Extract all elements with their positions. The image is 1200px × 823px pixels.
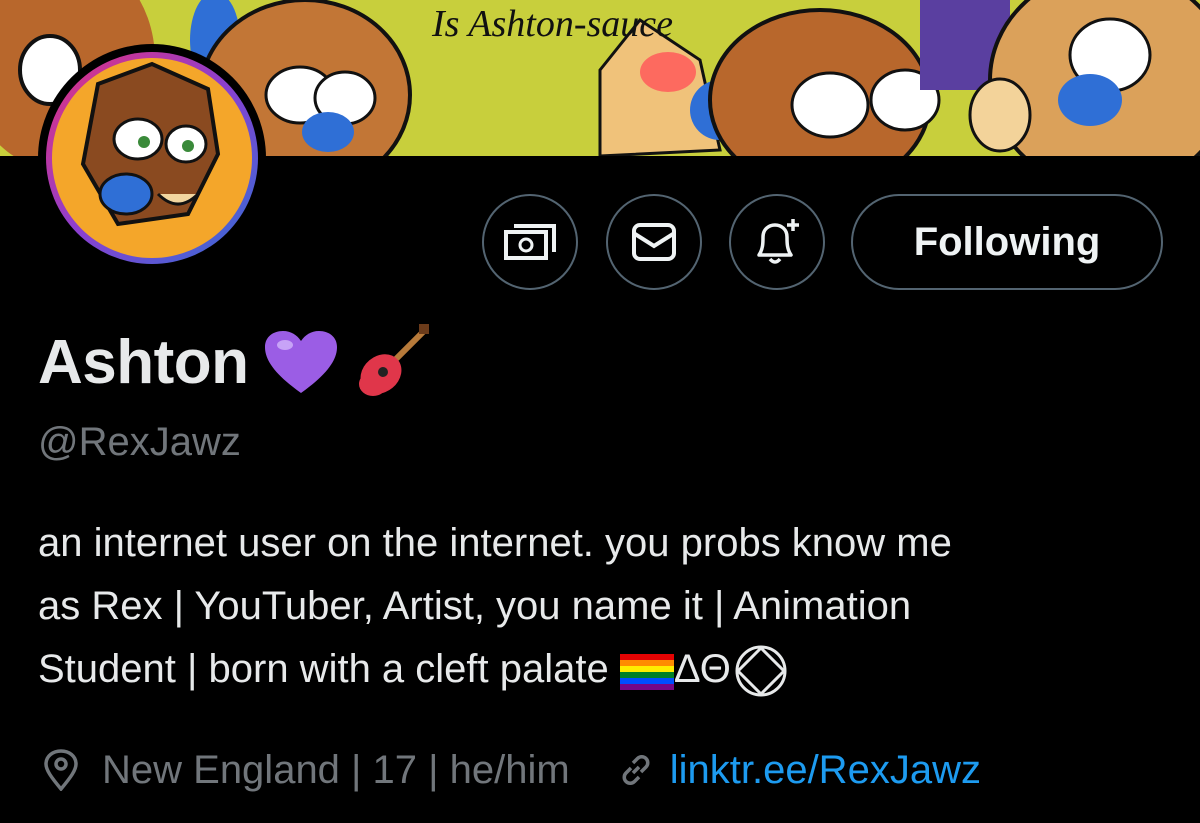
guitar-icon [358,324,429,396]
handle: @RexJawz [38,420,241,464]
display-name: Ashton [38,327,249,397]
location-text: New England | 17 | he/him [102,747,570,792]
bell-plus-icon [757,219,799,264]
envelope-icon [632,223,676,261]
following-button[interactable]: Following [851,194,1163,290]
bio-line-1: an internet user on the internet. you pr… [38,521,952,565]
therian-symbol-icon [735,645,787,697]
notifications-button[interactable] [729,194,825,290]
bio-symbols: ΔΘ [673,647,731,691]
purple-heart-icon [264,331,337,393]
location-pin-icon [44,749,78,791]
bio-line-2: as Rex | YouTuber, Artist, you name it |… [38,584,912,628]
name-row: Ashton [38,322,433,402]
money-icon [504,224,556,260]
bio-line-3: Student | born with a cleft palate ΔΘ [38,638,1168,701]
rainbow-flag-icon [619,654,674,691]
tip-button[interactable] [482,194,578,290]
link-icon [622,755,650,785]
message-button[interactable] [606,194,702,290]
bio-line-3-text: Student | born with a cleft palate [38,647,620,691]
banner-caption: Is Ashton-sauce [431,3,673,45]
bio: an internet user on the internet. you pr… [38,512,1168,701]
profile-meta: New England | 17 | he/him linktr.ee/RexJ… [42,740,981,800]
profile-link[interactable]: linktr.ee/RexJawz [670,748,981,793]
